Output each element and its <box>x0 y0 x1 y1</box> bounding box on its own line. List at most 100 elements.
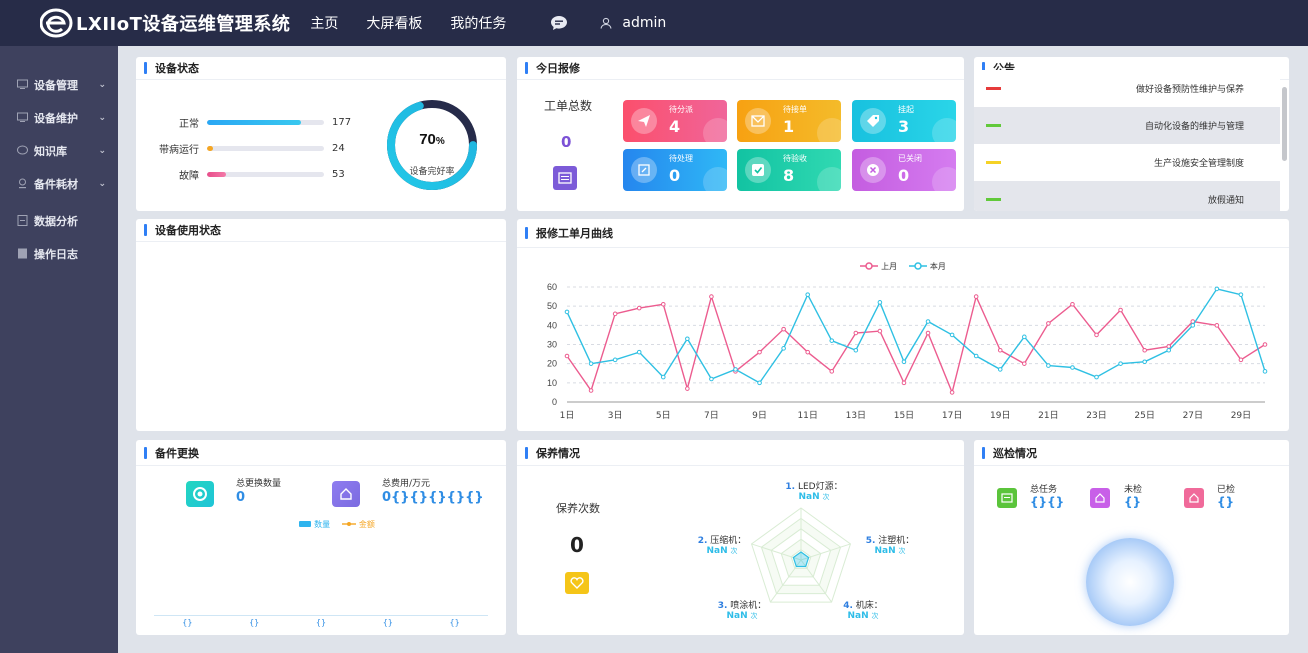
document-icon <box>17 215 28 226</box>
tile-to-verify[interactable]: 待验收 8 <box>737 149 841 191</box>
data-point <box>925 319 931 324</box>
total-task-label: 总任务 <box>1030 485 1058 495</box>
notice-text: 生产设施安全管理制度 <box>1153 159 1244 169</box>
maintenance-count-label: 保养次数 <box>556 502 600 515</box>
book-icon <box>18 248 27 259</box>
legend-amount[interactable]: 金额 <box>341 519 375 530</box>
tile-to-handle[interactable]: 待处理 0 <box>623 149 727 191</box>
tile-suspended[interactable]: 挂起 3 <box>852 100 956 142</box>
total-orders-label: 工单总数 <box>544 99 593 113</box>
repair-curve-panel: 报修工单月曲线 上月 本月 0 10 20 30 40 50 60 1日 3日 5日 7日 9日 11日… <box>517 219 1289 431</box>
x-tick-label: 19日 <box>990 410 1010 421</box>
envelope-icon <box>745 108 771 134</box>
notice-item[interactable]: 放假通知 <box>974 181 1280 211</box>
data-point <box>1046 321 1051 326</box>
x-tick-label: 27日 <box>1183 410 1203 421</box>
sidebar-item-label: 设备维护 <box>34 111 78 125</box>
sidebar-item-label: 知识库 <box>34 144 67 158</box>
data-point <box>1118 307 1123 313</box>
status-value: 177 <box>332 117 352 128</box>
total-count-label: 总更换数量 <box>236 479 282 489</box>
legend-quantity[interactable]: 数量 <box>299 519 330 530</box>
status-bar-fill <box>207 120 301 125</box>
data-point <box>901 359 907 365</box>
axis-label: {} <box>249 618 260 627</box>
message-icon[interactable] <box>550 15 568 31</box>
heart-icon <box>565 572 589 594</box>
notice-text: 自动化设备的维护与管理 <box>1144 122 1244 132</box>
spare-parts-panel: 备件更换 总更换数量 0 总费用/万元 0{}{}{}{}{} 数量 金额 {}… <box>136 440 506 635</box>
x-tick-label: 23日 <box>1086 410 1106 421</box>
axis-label: {} <box>382 618 393 627</box>
data-point <box>901 380 907 386</box>
chevron-down-icon: ⌄ <box>98 79 106 90</box>
sidebar-item-device-management[interactable]: 设备管理 ⌄ <box>0 68 118 101</box>
sidebar-item-knowledge-base[interactable]: 知识库 ⌄ <box>0 134 118 167</box>
data-point <box>805 292 810 297</box>
status-label: 故障 <box>179 171 199 182</box>
close-icon <box>860 157 886 183</box>
data-point <box>660 374 666 380</box>
tile-value: 4 <box>669 117 681 136</box>
legend-this-month[interactable]: 本月 <box>908 261 946 272</box>
tile-label: 已关闭 <box>898 154 922 163</box>
total-cost-label: 总费用/万元 <box>382 479 431 489</box>
intact-rate-gauge: 70% 设备完好率 <box>387 100 477 190</box>
y-tick-label: 30 <box>547 340 557 350</box>
x-tick-label: 15日 <box>894 410 914 421</box>
nav-home[interactable]: 主页 <box>310 13 338 33</box>
edit-icon <box>631 157 657 183</box>
notice-text: 做好设备预防性维护与保养 <box>1135 85 1244 95</box>
tile-to-accept[interactable]: 待接单 1 <box>737 100 841 142</box>
notice-item[interactable]: 生产设施安全管理制度 <box>974 144 1280 181</box>
data-point <box>1022 361 1027 366</box>
data-point <box>1070 365 1075 370</box>
y-tick-label: 50 <box>547 301 557 311</box>
data-point <box>853 347 859 353</box>
panel-title: 报修工单月曲线 <box>517 219 1289 248</box>
data-point <box>829 338 835 343</box>
user-menu[interactable]: admin <box>600 15 666 31</box>
data-point <box>781 346 786 351</box>
notice-item[interactable]: 自动化设备的维护与管理 <box>974 107 1280 144</box>
sidebar-item-device-maintenance[interactable]: 设备维护 ⌄ <box>0 101 118 134</box>
y-tick-label: 40 <box>547 320 557 330</box>
y-tick-label: 0 <box>552 397 557 407</box>
panel-title: 设备使用状态 <box>136 219 506 242</box>
legend-last-month[interactable]: 上月 <box>860 261 897 272</box>
home-icon <box>1090 488 1110 508</box>
scrollbar[interactable] <box>1282 87 1287 161</box>
today-repair-panel: 今日报修 工单总数 0 待分派 4 待接单 1 挂起 3 待处理 0 待验收 8… <box>517 57 964 211</box>
sidebar-item-label: 操作日志 <box>34 247 78 261</box>
chart-legend: 上月 本月 <box>517 259 1289 273</box>
tile-label: 待验收 <box>783 154 807 163</box>
tile-closed[interactable]: 已关闭 0 <box>852 149 956 191</box>
status-label: 正常 <box>179 119 199 130</box>
sidebar-item-data-analysis[interactable]: 数据分析 <box>0 204 118 237</box>
home-icon <box>1184 488 1204 508</box>
inspection-panel: 巡检情况 总任务 {}{} 未检 {} 已检 {} <box>974 440 1289 635</box>
sidebar: 设备管理 ⌄ 设备维护 ⌄ 知识库 ⌄ 备件耗材 ⌄ 数据分析 操作日志 <box>0 46 118 653</box>
nav-dashboard[interactable]: 大屏看板 <box>366 13 422 33</box>
notice-item[interactable]: 做好设备预防性维护与保养 <box>974 70 1280 107</box>
data-point <box>1070 301 1075 307</box>
gauge-value: 70% <box>419 131 445 148</box>
data-point <box>1262 342 1268 347</box>
sidebar-item-operation-log[interactable]: 操作日志 <box>0 237 118 270</box>
send-icon <box>631 108 657 134</box>
tile-value: 0 <box>669 166 681 185</box>
pending-label: 未检 <box>1124 485 1143 495</box>
chevron-down-icon: ⌄ <box>98 112 106 123</box>
document-list-icon <box>553 166 577 190</box>
tile-value: 0 <box>898 166 910 185</box>
data-point <box>612 311 618 317</box>
sidebar-item-spare-parts[interactable]: 备件耗材 ⌄ <box>0 167 118 200</box>
data-point <box>685 336 690 342</box>
data-point <box>781 326 786 332</box>
radar-label-1: 1. LED灯源： NaN 次 <box>785 482 843 502</box>
tile-to-assign[interactable]: 待分派 4 <box>623 100 727 142</box>
data-point <box>733 367 738 372</box>
nav-my-tasks[interactable]: 我的任务 <box>450 13 506 33</box>
maintenance-count-value: 0 <box>570 533 584 557</box>
chevron-down-icon: ⌄ <box>98 178 106 189</box>
